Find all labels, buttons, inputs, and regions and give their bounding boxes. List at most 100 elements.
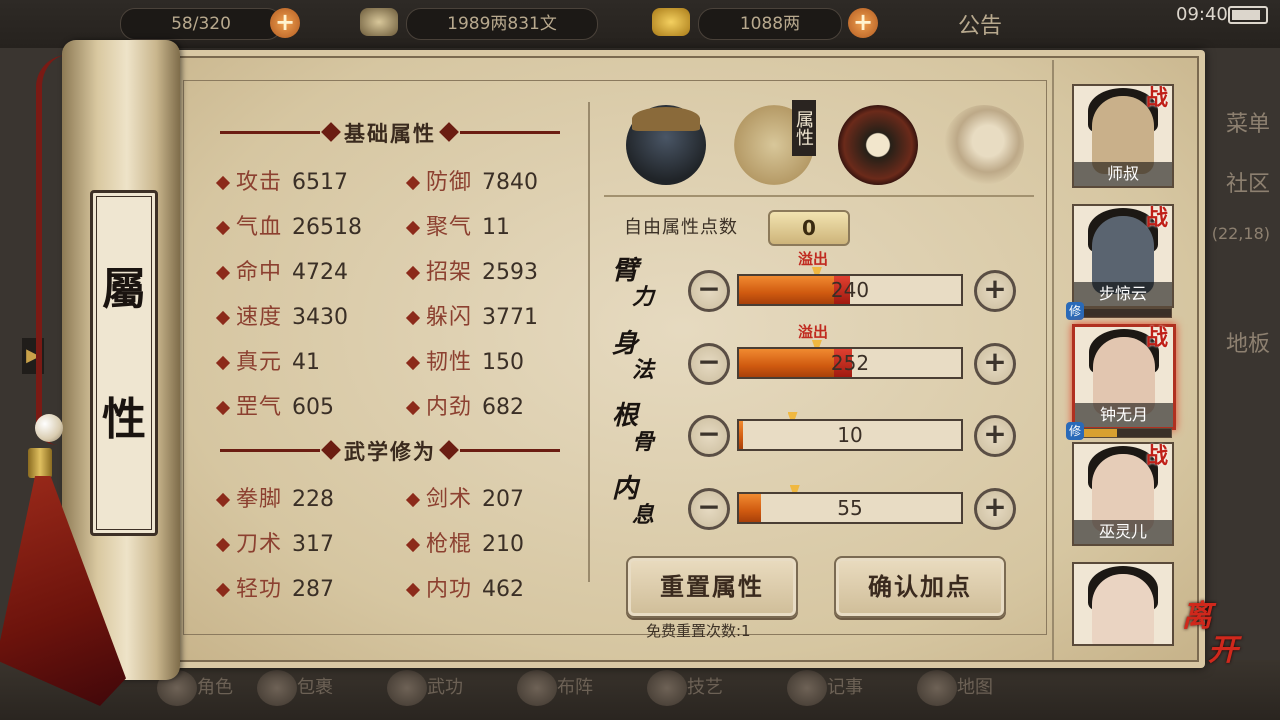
tassel-cap — [28, 448, 52, 478]
stat-toughness: 韧性 150 — [405, 344, 524, 378]
diamond-bullet-icon — [405, 492, 421, 508]
character-column-divider — [1052, 60, 1054, 660]
attr-bar-bone-root: 10 — [737, 419, 963, 451]
map-icon — [917, 670, 957, 706]
stat-parry: 招架 2593 — [405, 254, 538, 288]
diamond-bullet-icon — [405, 220, 421, 236]
attr-value-inner-breath: 55 — [837, 496, 863, 520]
stat-defense: 防御 7840 — [405, 164, 538, 198]
diamond-bullet-icon — [405, 265, 421, 281]
character-card[interactable] — [1072, 562, 1174, 646]
character-xp-bar — [1072, 428, 1172, 438]
diamond-bullet-icon — [215, 355, 231, 371]
diamond-bullet-icon — [215, 400, 231, 416]
diamond-bullet-icon — [405, 175, 421, 191]
increase-body-agility-button[interactable]: + — [974, 343, 1016, 385]
skill-fist: 拳脚 228 — [215, 481, 334, 515]
diamond-bullet-icon — [215, 537, 231, 553]
silver-icon — [360, 8, 398, 36]
heading-ornament-icon — [439, 440, 459, 460]
increase-arm-strength-button[interactable]: + — [974, 270, 1016, 312]
attr-name-inner-breath: 内息 — [612, 474, 655, 528]
decrease-inner-breath-button[interactable]: − — [688, 488, 730, 530]
attr-name-body-agility: 身法 — [612, 329, 655, 383]
heading-rule-right — [460, 131, 560, 134]
nav-formation: 布阵 — [510, 670, 600, 714]
stat-dodge: 躲闪 3771 — [405, 299, 538, 333]
heading-rule-right — [460, 449, 560, 452]
attr-name-arm-strength: 臂力 — [612, 256, 655, 310]
nav-journal: 记事 — [780, 670, 870, 714]
skill-sword: 剑术 207 — [405, 481, 524, 515]
bagua-icon[interactable] — [838, 105, 918, 185]
title-char-1: 屬 — [102, 264, 146, 315]
journal-icon — [787, 670, 827, 706]
gold-ingot-icon — [652, 8, 690, 36]
notice-button[interactable]: 公告 — [958, 8, 1002, 40]
stat-hit: 命中 4724 — [215, 254, 348, 288]
silver-display: 1989两831文 — [406, 8, 598, 40]
heading-ornament-icon — [321, 440, 341, 460]
character-name: 巫灵儿 — [1074, 520, 1172, 544]
clock: 09:40 — [1176, 4, 1228, 25]
diamond-bullet-icon — [215, 265, 231, 281]
stat-inner-force: 内劲 682 — [405, 389, 524, 423]
decrease-body-agility-button[interactable]: − — [688, 343, 730, 385]
increase-bone-root-button[interactable]: + — [974, 415, 1016, 457]
nav-map: 地图 — [910, 670, 1000, 714]
attr-bar-arm-strength: 240 — [737, 274, 963, 306]
confirm-points-button[interactable]: 确认加点 — [834, 556, 1006, 618]
cultivation-tag-icon: 修 — [1066, 422, 1084, 440]
tab-underline — [604, 195, 1034, 197]
leave-button[interactable]: 离 开 — [1182, 600, 1252, 670]
skill-blade: 刀术 317 — [215, 526, 334, 560]
diamond-bullet-icon — [215, 220, 231, 236]
heading-ornament-icon — [439, 122, 459, 142]
battle-tag-icon: 战 — [1146, 85, 1169, 111]
free-points-value: 0 — [768, 210, 850, 246]
increase-inner-breath-button[interactable]: + — [974, 488, 1016, 530]
stat-hp: 气血 26518 — [215, 209, 362, 243]
attr-value-body-agility: 252 — [830, 351, 870, 375]
character-name: 步惊云 — [1074, 282, 1172, 306]
stamina-display: 58/320 — [120, 8, 282, 40]
battle-tag-icon: 战 — [1146, 205, 1169, 231]
battle-tag-icon: 战 — [1146, 325, 1169, 351]
decrease-arm-strength-button[interactable]: − — [688, 270, 730, 312]
attr-name-bone-root: 根骨 — [612, 401, 655, 455]
character-name: 师叔 — [1074, 162, 1172, 186]
heading-ornament-icon — [321, 122, 341, 142]
skill-qinggong: 轻功 287 — [215, 571, 334, 605]
diamond-bullet-icon — [215, 582, 231, 598]
heading-rule-left — [220, 449, 320, 452]
leave-char-1: 离 — [1182, 599, 1212, 634]
panel-divider — [588, 102, 590, 582]
reset-attributes-button[interactable]: 重置属性 — [626, 556, 798, 618]
overflow-label-arm-strength: 溢出 — [798, 250, 829, 268]
martial-cultivation-heading: 武学修为 — [220, 436, 560, 466]
diamond-bullet-icon — [405, 582, 421, 598]
skill-icon — [647, 670, 687, 706]
basic-attributes-heading: 基础属性 — [220, 118, 560, 148]
attr-value-arm-strength: 240 — [830, 278, 870, 302]
title-char-2: 性 — [102, 394, 146, 445]
nav-bag: 包裹 — [250, 670, 340, 714]
add-stamina-button[interactable]: + — [270, 8, 300, 38]
martial-cultivation-title: 武学修为 — [344, 440, 436, 464]
add-gold-button[interactable]: + — [848, 8, 878, 38]
diamond-bullet-icon — [215, 310, 231, 326]
nav-martial: 武功 — [380, 670, 470, 714]
leave-char-2: 开 — [1208, 633, 1238, 668]
attr-bar-inner-breath: 55 — [737, 492, 963, 524]
cultivation-tag-icon: 修 — [1066, 302, 1084, 320]
diamond-bullet-icon — [405, 537, 421, 553]
decrease-bone-root-button[interactable]: − — [688, 415, 730, 457]
character-xp-bar — [1072, 308, 1172, 318]
bag-icon — [257, 670, 297, 706]
diamond-bullet-icon — [215, 492, 231, 508]
battery-icon — [1228, 6, 1268, 24]
battle-tag-icon: 战 — [1146, 443, 1169, 469]
hat-warrior-icon[interactable] — [626, 105, 706, 185]
meridian-body-icon[interactable] — [944, 105, 1024, 185]
tab-attributes-label: 属性 — [792, 100, 816, 156]
